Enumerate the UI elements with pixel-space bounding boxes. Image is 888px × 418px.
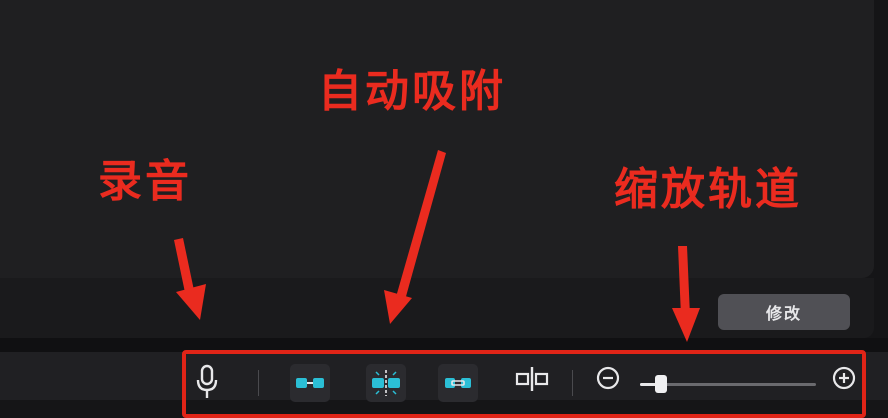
- annotation-auto-snap-label: 自动吸附: [318, 66, 506, 117]
- annotation-zoom-track-label: 缩放轨道: [614, 164, 802, 215]
- preview-panel: [0, 0, 874, 278]
- annotation-record-label: 录音: [98, 156, 192, 207]
- toolbar-highlight-box: [182, 350, 866, 418]
- edit-button[interactable]: 修改: [718, 294, 850, 330]
